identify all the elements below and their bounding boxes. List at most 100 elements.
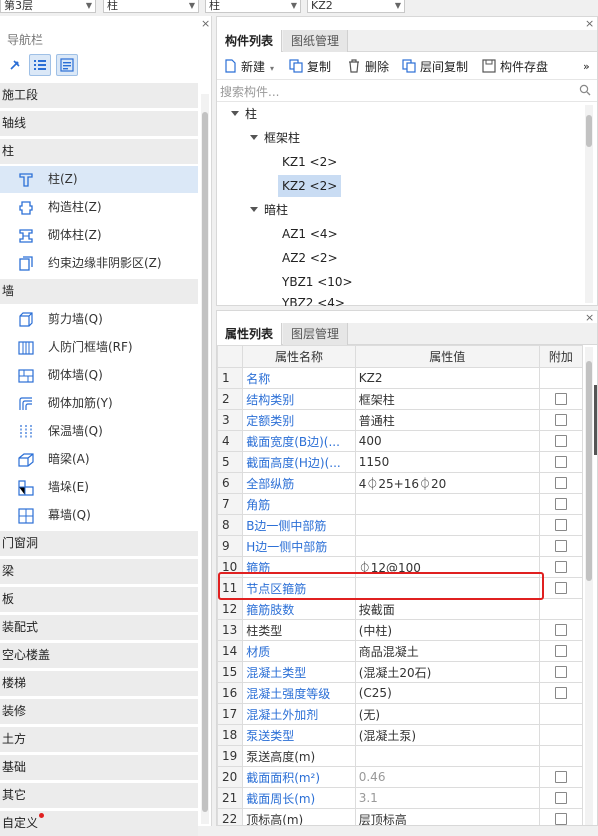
property-row[interactable]: 7 角筋 — [217, 493, 584, 515]
add-checkbox[interactable] — [554, 771, 567, 783]
property-value[interactable] — [354, 514, 540, 536]
tab-layer-management[interactable]: 图层管理 — [283, 323, 349, 345]
tree-node-frame-column[interactable]: 框架柱 — [250, 127, 300, 149]
tab-component-list[interactable]: 构件列表 — [217, 30, 283, 52]
nav-item-construction-column[interactable]: 构造柱(Z) — [0, 194, 198, 221]
property-row[interactable]: 8 B边一侧中部筋 — [217, 514, 584, 536]
property-value[interactable]: 层顶标高 — [354, 808, 540, 825]
close-icon[interactable]: × — [585, 18, 594, 29]
nav-item-masonry-column[interactable]: 砌体柱(Z) — [0, 222, 198, 249]
nav-category-column[interactable]: 柱 — [0, 139, 198, 164]
property-row[interactable]: 22 顶标高(m) 层顶标高 — [217, 808, 584, 825]
property-value[interactable]: (C25) — [354, 682, 540, 704]
property-value[interactable] — [354, 493, 540, 515]
property-row[interactable]: 15 混凝土类型 (混凝土20石) — [217, 661, 584, 683]
tree-node-ybz2[interactable]: YBZ2 <4> — [282, 294, 345, 306]
add-checkbox[interactable] — [554, 645, 567, 657]
property-scrollbar[interactable] — [585, 347, 593, 825]
pin-icon[interactable] — [4, 54, 26, 76]
nav-item-hidden-beam[interactable]: 暗梁(A) — [0, 446, 198, 473]
property-scrollbar-thumb[interactable] — [586, 361, 592, 581]
component-scrollbar[interactable] — [585, 105, 593, 303]
add-checkbox[interactable] — [554, 393, 567, 405]
nav-category-decoration[interactable]: 装修 — [0, 699, 198, 724]
property-value[interactable]: 按截面 — [354, 598, 540, 620]
copy-button[interactable]: 复制 — [289, 58, 331, 76]
nav-item-civil-defense-wall[interactable]: 人防门框墙(RF) — [0, 334, 198, 361]
property-row[interactable]: 12 箍筋肢数 按截面 — [217, 598, 584, 620]
nav-category-openings[interactable]: 门窗洞 — [0, 531, 198, 556]
component-scrollbar-thumb[interactable] — [586, 115, 592, 147]
property-value[interactable]: KZ2 — [354, 367, 540, 389]
type-select[interactable]: 柱 ▼ — [205, 0, 301, 13]
layer-copy-button[interactable]: 层间复制 — [402, 58, 468, 76]
property-row[interactable]: 20 截面面积(m²) 0.46 — [217, 766, 584, 788]
property-row[interactable]: 18 泵送类型 (混凝土泵) — [217, 724, 584, 746]
property-row[interactable]: 13 柱类型 (中柱) — [217, 619, 584, 641]
close-icon[interactable]: × — [585, 312, 594, 323]
tree-node-hidden-column[interactable]: 暗柱 — [250, 199, 288, 221]
add-checkbox[interactable] — [554, 582, 567, 594]
close-icon[interactable]: × — [201, 18, 210, 29]
add-checkbox[interactable] — [554, 540, 567, 552]
property-row[interactable]: 21 截面周长(m) 3.1 — [217, 787, 584, 809]
property-value[interactable]: 4⏀25+16⏀20 — [354, 472, 540, 494]
property-value[interactable]: (混凝土20石) — [354, 661, 540, 683]
nav-category-construction-section[interactable]: 施工段 — [0, 83, 198, 108]
nav-category-slab[interactable]: 板 — [0, 587, 198, 612]
add-checkbox[interactable] — [554, 792, 567, 804]
property-value[interactable]: 3.1 — [354, 787, 540, 809]
nav-category-prefab[interactable]: 装配式 — [0, 615, 198, 640]
property-value[interactable]: 普通柱 — [354, 409, 540, 431]
property-row[interactable]: 19 泵送高度(m) — [217, 745, 584, 767]
nav-category-earthwork[interactable]: 土方 — [0, 727, 198, 752]
detail-view-icon[interactable] — [56, 54, 78, 76]
nav-item-masonry-wall[interactable]: 砌体墙(Q) — [0, 362, 198, 389]
nav-category-wall[interactable]: 墙 — [0, 279, 198, 304]
component-select[interactable]: KZ2 ▼ — [307, 0, 405, 13]
property-value[interactable]: 1150 — [354, 451, 540, 473]
add-checkbox[interactable] — [554, 435, 567, 447]
nav-category-axis[interactable]: 轴线 — [0, 111, 198, 136]
search-icon[interactable] — [579, 84, 591, 96]
property-value[interactable]: 400 — [354, 430, 540, 452]
component-search[interactable]: 搜索构件... — [217, 80, 597, 102]
nav-category-foundation[interactable]: 基础 — [0, 755, 198, 780]
nav-item-insulation-wall[interactable]: 保温墙(Q) — [0, 418, 198, 445]
property-row[interactable]: 3 定额类别 普通柱 — [217, 409, 584, 431]
nav-item-curtain-wall[interactable]: 幕墙(Q) — [0, 502, 198, 529]
nav-item-masonry-reinforcement[interactable]: 砌体加筋(Y) — [0, 390, 198, 417]
add-checkbox[interactable] — [554, 498, 567, 510]
add-checkbox[interactable] — [554, 519, 567, 531]
property-row[interactable]: 16 混凝土强度等级 (C25) — [217, 682, 584, 704]
add-checkbox[interactable] — [554, 666, 567, 678]
property-row[interactable]: 2 结构类别 框架柱 — [217, 388, 584, 410]
property-value[interactable]: (中柱) — [354, 619, 540, 641]
nav-item-column[interactable]: 柱(Z) — [0, 166, 198, 193]
property-value[interactable]: (混凝土泵) — [354, 724, 540, 746]
nav-item-shear-wall[interactable]: 剪力墙(Q) — [0, 306, 198, 333]
property-row[interactable]: 9 H边一侧中部筋 — [217, 535, 584, 557]
add-checkbox[interactable] — [554, 561, 567, 573]
tab-drawing-management[interactable]: 图纸管理 — [283, 30, 349, 52]
new-button[interactable]: 新建 ▾ — [223, 58, 274, 76]
splitter-handle[interactable] — [594, 385, 597, 455]
delete-button[interactable]: 删除 — [347, 58, 389, 76]
add-checkbox[interactable] — [554, 456, 567, 468]
tree-node-column[interactable]: 柱 — [231, 103, 257, 125]
save-component-button[interactable]: 构件存盘 — [482, 58, 548, 76]
nav-category-beam[interactable]: 梁 — [0, 559, 198, 584]
property-row[interactable]: 5 截面高度(H边)(... 1150 — [217, 451, 584, 473]
nav-category-hollow-floor[interactable]: 空心楼盖 — [0, 643, 198, 668]
property-value[interactable]: 框架柱 — [354, 388, 540, 410]
property-row[interactable]: 17 混凝土外加剂 (无) — [217, 703, 584, 725]
property-row[interactable]: 6 全部纵筋 4⏀25+16⏀20 — [217, 472, 584, 494]
nav-category-stairs[interactable]: 楼梯 — [0, 671, 198, 696]
property-value[interactable] — [354, 535, 540, 557]
tree-node-kz2[interactable]: KZ2 <2> — [278, 175, 342, 197]
nav-scrollbar-thumb[interactable] — [202, 112, 208, 812]
add-checkbox[interactable] — [554, 813, 567, 825]
more-button[interactable]: » — [583, 58, 590, 76]
nav-item-wall-pier[interactable]: 墙垛(E) — [0, 474, 198, 501]
property-value[interactable]: 0.46 — [354, 766, 540, 788]
